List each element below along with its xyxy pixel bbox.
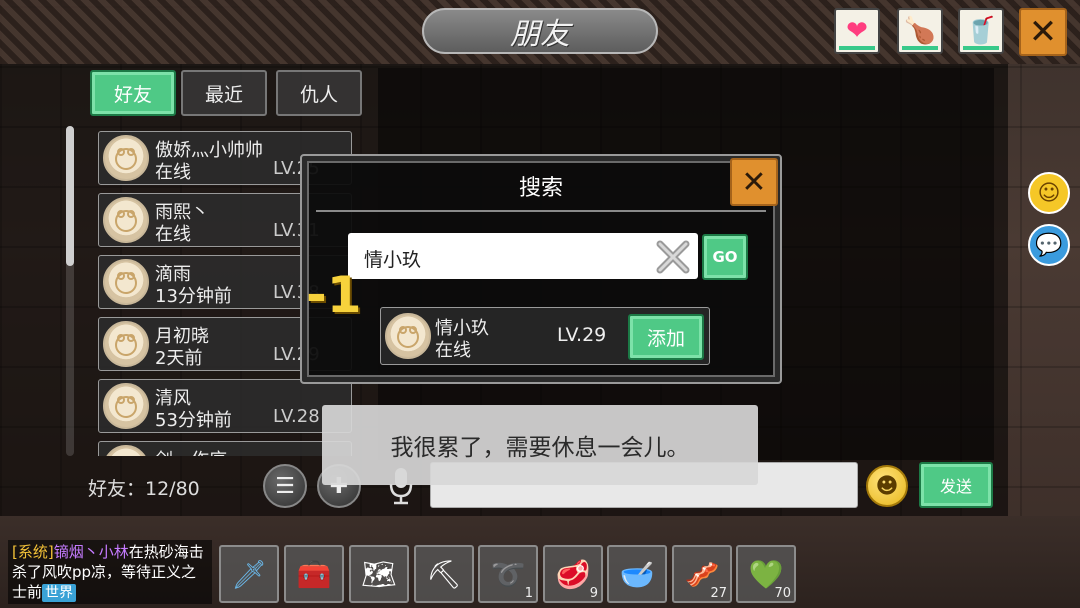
clear-x-icon (656, 240, 690, 274)
dialog-close-button[interactable]: ✕ (730, 158, 778, 206)
tab-enemies[interactable]: 仇人 (276, 70, 362, 116)
frog-avatar-icon (115, 334, 137, 356)
avatar (103, 445, 149, 456)
heart-glyph: ❤ (846, 16, 868, 46)
rope-icon: ➰ (490, 557, 526, 591)
system-tag: [系统] (12, 543, 54, 561)
wooden-chest-icon: 🧰 (296, 557, 332, 591)
drink-cup-icon[interactable]: 🥤 (958, 8, 1004, 54)
close-button[interactable]: ✕ (1019, 8, 1067, 56)
dialog-divider (316, 210, 766, 212)
hotbar-slot[interactable]: 🗺 (349, 545, 409, 603)
go-button[interactable]: GO (702, 234, 748, 280)
search-result-row[interactable]: 情小玖 在线 LV.29 添加 (380, 307, 710, 365)
health-bar (839, 46, 875, 50)
frog-avatar-icon (397, 326, 419, 348)
avatar (103, 135, 149, 181)
hotbar-slot[interactable]: 🗡 (219, 545, 279, 603)
damage-popup: -1 (306, 266, 362, 324)
player-name: 镝烟丶小林 (53, 543, 129, 561)
hotbar-slot[interactable]: 🥓 27 (672, 545, 732, 603)
avatar (385, 313, 431, 359)
friend-status: 2天前 (155, 348, 203, 369)
friend-status: 在线 (155, 224, 191, 245)
frog-avatar-icon (111, 453, 141, 456)
heart-icon[interactable]: ❤ (834, 8, 880, 54)
frog-avatar-icon (115, 210, 137, 232)
item-count: 1 (524, 586, 533, 601)
frog-avatar-icon (115, 148, 137, 170)
speech-bubble: 我很累了，需要休息一会儿。 (322, 405, 758, 485)
avatar (103, 197, 149, 243)
hotbar-slot[interactable]: 🥩 9 (543, 545, 603, 603)
emoji-side-button[interactable]: ☺ (1028, 172, 1070, 214)
item-count: 70 (774, 586, 791, 601)
map-icon: 🗺 (361, 557, 397, 591)
food-drumstick-icon[interactable]: 🍗 (897, 8, 943, 54)
result-status: 在线 (435, 340, 471, 361)
frog-avatar-icon (115, 272, 137, 294)
hotbar-slot[interactable]: ➰ 1 (478, 545, 538, 603)
hotbar-slot[interactable]: ⛏ (414, 545, 474, 603)
friend-level: LV.28 (273, 406, 320, 427)
avatar (103, 383, 149, 429)
pickaxe-icon: ⛏ (426, 557, 462, 591)
clear-search-button[interactable] (654, 238, 692, 276)
friend-status: 在线 (155, 162, 191, 183)
avatar (103, 259, 149, 305)
page-title: 朋友 (422, 8, 658, 54)
friend-count: 好友：12/80 (88, 478, 200, 500)
thirst-bar (963, 46, 999, 50)
dialog-title: 搜索 (518, 176, 563, 201)
friend-list-scrollbar[interactable] (66, 126, 74, 456)
world-channel-tag: 世界 (42, 584, 77, 602)
list-icon: ☰ (275, 473, 295, 499)
search-input[interactable]: 情小玖 (348, 233, 698, 279)
friend-status: 53分钟前 (155, 410, 232, 431)
scrollbar-thumb[interactable] (66, 126, 74, 266)
close-icon: ✕ (1028, 12, 1058, 52)
hunger-bar (902, 46, 938, 50)
smiley-icon: ☻ (875, 473, 899, 499)
friend-name: 剑、作序 (155, 446, 227, 456)
send-button[interactable]: 发送 (919, 462, 993, 508)
drink-glyph: 🥤 (964, 16, 998, 46)
chat-side-button[interactable]: 💬 (1028, 224, 1070, 266)
item-count: 9 (589, 586, 598, 601)
raw-meat-icon: 🥩 (555, 557, 591, 591)
frog-avatar-icon (115, 396, 137, 418)
friend-status: 13分钟前 (155, 286, 232, 307)
staff-icon: 🗡 (231, 557, 267, 591)
list-menu-button[interactable]: ☰ (263, 464, 307, 508)
hotbar-slot[interactable]: 🥣 (607, 545, 667, 603)
friend-item[interactable]: 剑、作序 (98, 441, 352, 456)
hotbar-slot[interactable]: 🧰 (284, 545, 344, 603)
hotbar-slot[interactable]: 💚 70 (736, 545, 796, 603)
food-glyph: 🍗 (903, 16, 937, 46)
system-message[interactable]: [系统]镝烟丶小林在热砂海击杀了风吹pp凉，等待正义之士前 世界 (8, 540, 212, 604)
smiley-icon: ☺ (1037, 180, 1061, 206)
close-icon: ✕ (741, 164, 767, 200)
avatar (103, 321, 149, 367)
add-button[interactable]: 添加 (628, 314, 704, 360)
result-level: LV.29 (557, 324, 607, 346)
chat-bubble-icon: 💬 (1035, 232, 1063, 258)
bowl-icon: 🥣 (619, 557, 655, 591)
item-count: 27 (710, 586, 727, 601)
tab-recent[interactable]: 最近 (181, 70, 267, 116)
tab-friends[interactable]: 好友 (90, 70, 176, 116)
emoji-button[interactable]: ☻ (866, 465, 908, 507)
friend-item[interactable]: 清风 53分钟前 LV.28 (98, 379, 352, 433)
